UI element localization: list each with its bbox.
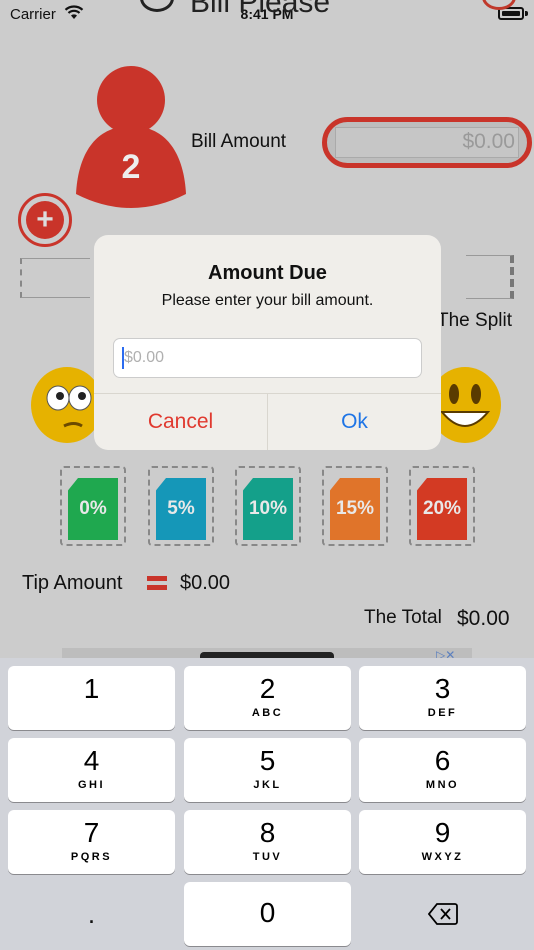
split-slider-right — [466, 255, 514, 299]
tip-amount-value: $0.00 — [180, 572, 231, 594]
tip-card-0: 0% — [68, 478, 118, 540]
tip-card-10: 10% — [243, 478, 293, 540]
person-count: 2 — [121, 148, 141, 186]
key-digit: 8 — [259, 817, 276, 848]
alert-message: Please enter your bill amount. — [161, 292, 374, 309]
equals-icon — [147, 576, 167, 592]
key-digit: 9 — [434, 817, 451, 848]
bill-amount-label: Bill Amount — [191, 131, 287, 152]
key-letters: MNO — [425, 779, 460, 791]
alert-title: Amount Due — [208, 262, 327, 284]
person-icon — [76, 66, 186, 208]
key-6[interactable]: 6 MNO — [359, 738, 526, 802]
tip-button-10[interactable]: 10% — [235, 466, 301, 546]
split-label: The Split — [437, 310, 512, 331]
total-label: The Total — [364, 607, 442, 628]
tip-card-20: 20% — [417, 478, 467, 540]
backspace-icon — [427, 903, 458, 925]
key-7[interactable]: 7 PQRS — [8, 810, 175, 874]
key-5[interactable]: 5 JKL — [184, 738, 351, 802]
numeric-keyboard: 1 2 ABC 3 DEF 4 GHI 5 JKL 6 MNO 7 PQRS 8… — [0, 658, 534, 950]
bill-amount-value: $0.00 — [462, 130, 515, 153]
key-digit: 1 — [83, 673, 100, 704]
key-letters: GHI — [77, 779, 106, 791]
text-caret — [122, 347, 124, 369]
key-decimal[interactable]: . — [8, 882, 175, 946]
key-letters: TUV — [252, 851, 283, 863]
key-8[interactable]: 8 TUV — [184, 810, 351, 874]
key-digit: 4 — [83, 745, 100, 776]
key-letters: WXYZ — [421, 851, 464, 863]
people-count-button[interactable]: 2 — [74, 66, 188, 216]
tip-button-5[interactable]: 5% — [148, 466, 214, 546]
amount-due-alert: Amount Due Please enter your bill amount… — [94, 235, 441, 450]
worried-face-icon[interactable] — [30, 366, 104, 444]
cancel-button[interactable]: Cancel — [94, 394, 267, 450]
key-2[interactable]: 2 ABC — [184, 666, 351, 730]
bill-amount-field[interactable]: $0.00 — [322, 117, 532, 168]
delete-key[interactable] — [359, 882, 526, 946]
key-digit: 7 — [83, 817, 100, 848]
tip-amount-label: Tip Amount — [22, 572, 123, 594]
plus-icon: + — [26, 201, 64, 239]
key-digit: 3 — [434, 673, 451, 704]
total-value: $0.00 — [457, 607, 510, 630]
tip-button-15[interactable]: 15% — [322, 466, 388, 546]
key-9[interactable]: 9 WXYZ — [359, 810, 526, 874]
key-1[interactable]: 1 — [8, 666, 175, 730]
key-digit: 6 — [434, 745, 451, 776]
amount-input[interactable] — [113, 338, 422, 378]
key-digit: 2 — [259, 673, 276, 704]
key-digit: 5 — [259, 745, 276, 776]
key-letters: JKL — [253, 779, 282, 791]
key-0[interactable]: 0 — [184, 882, 351, 946]
ok-button[interactable]: Ok — [268, 394, 441, 450]
key-letters: PQRS — [70, 851, 113, 863]
key-letters: DEF — [427, 707, 458, 719]
key-4[interactable]: 4 GHI — [8, 738, 175, 802]
tip-selector: 0% 5% 10% 15% 20% — [60, 466, 480, 546]
key-3[interactable]: 3 DEF — [359, 666, 526, 730]
key-letters: ABC — [251, 707, 284, 719]
add-person-button[interactable]: + — [18, 193, 72, 247]
tip-card-15: 15% — [330, 478, 380, 540]
tip-button-0[interactable]: 0% — [60, 466, 126, 546]
tip-button-20[interactable]: 20% — [409, 466, 475, 546]
split-slider-left — [20, 258, 90, 298]
nav-title: Bill Please — [190, 0, 331, 19]
key-digit: 0 — [259, 897, 276, 928]
battery-tip — [525, 11, 528, 16]
tip-card-5: 5% — [156, 478, 206, 540]
